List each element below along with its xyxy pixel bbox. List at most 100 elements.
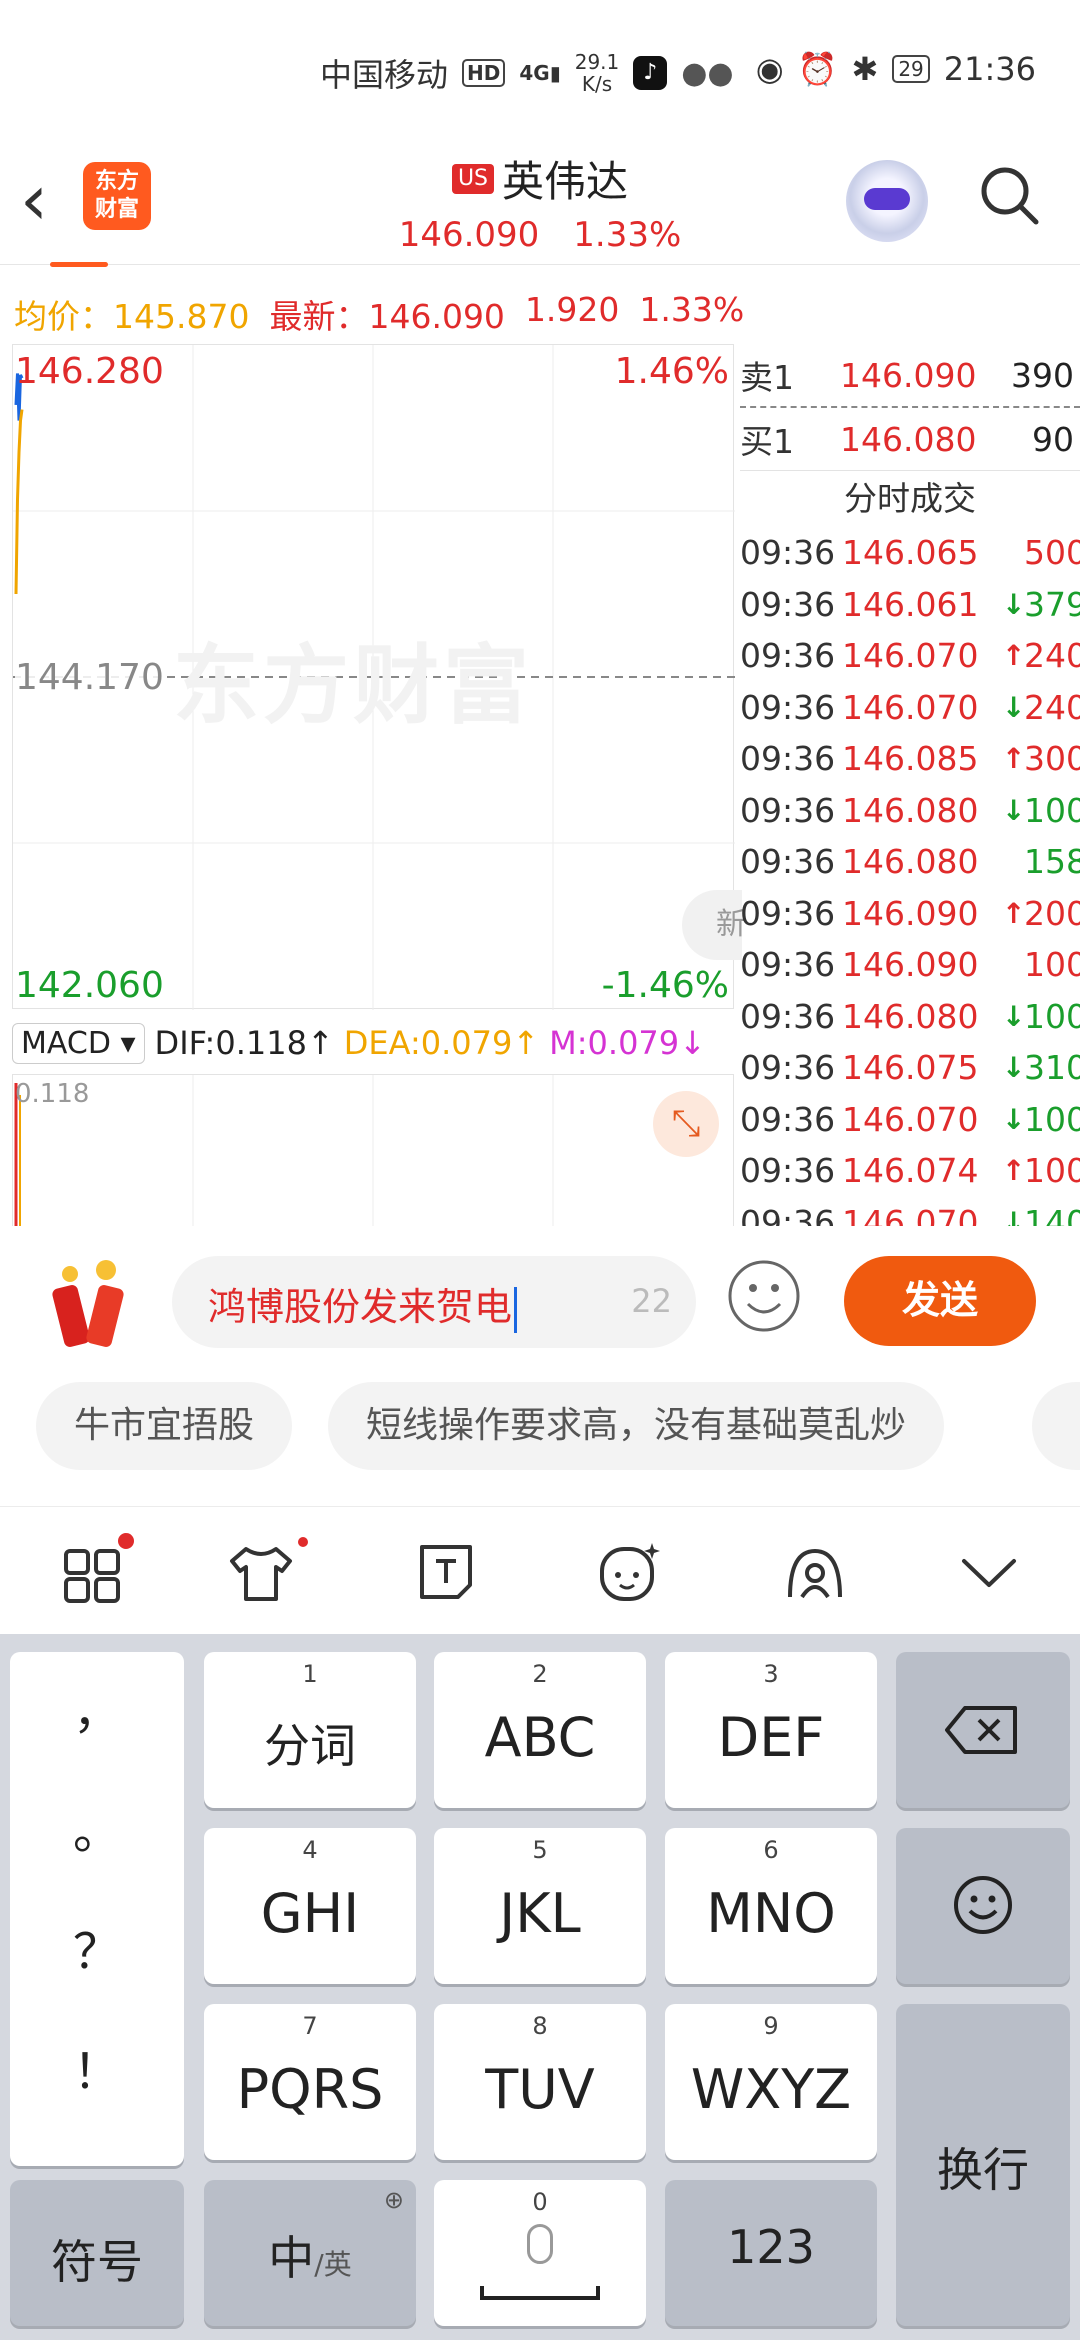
notification-dot (298, 1537, 308, 1547)
key-8[interactable]: 8 TUV (434, 2004, 646, 2160)
trade-direction-icon: ↓ (1002, 1102, 1026, 1136)
key-6[interactable]: 6 MNO (665, 1828, 877, 1984)
key-7[interactable]: 7 PQRS (204, 2004, 416, 2160)
trade-time: 09:36 (740, 739, 836, 779)
trade-volume: 100 (1024, 1151, 1080, 1191)
collapse-keyboard-icon[interactable] (954, 1537, 1024, 1607)
search-icon[interactable] (978, 164, 1040, 226)
macd-dea: DEA:0.079↑ (343, 1024, 540, 1062)
sell-qty: 390 (1011, 355, 1074, 395)
carrier-label: 中国移动 (320, 56, 449, 94)
expand-icon[interactable]: ⤡ (653, 1091, 719, 1157)
trade-time: 09:36 (740, 584, 836, 624)
tiktok-icon: ♪ (633, 56, 668, 90)
keyboard-toolbar (0, 1506, 1080, 1634)
skin-shirt-icon[interactable] (226, 1537, 296, 1607)
trade-volume: 2400 (1024, 687, 1080, 727)
comment-input[interactable]: 鸿博股份发来贺电 22 (172, 1256, 696, 1348)
quick-phrase-chip[interactable]: 牛市宜捂股 (36, 1382, 293, 1470)
alarm-icon: ⏰ (797, 50, 838, 88)
key-3[interactable]: 3 DEF (665, 1652, 877, 1808)
trade-volume: 310 (1024, 1048, 1080, 1088)
macd-m: M:0.079↓ (549, 1024, 706, 1062)
key-9[interactable]: 9 WXYZ (665, 2004, 877, 2160)
trade-direction-icon: ↓ (1002, 690, 1026, 724)
sell-price: 146.090 (840, 355, 977, 395)
tab-indicator (50, 262, 108, 267)
chart-high-pct: 1.46% (614, 351, 729, 392)
quick-phrase-chip-partial[interactable] (1032, 1382, 1080, 1470)
emoji-key[interactable] (896, 1828, 1070, 1984)
enter-label: 换行 (937, 2143, 1029, 2197)
trade-volume: 500 (1024, 533, 1080, 573)
microphone-icon (527, 2224, 553, 2264)
symbols-label: 符号 (51, 2235, 143, 2289)
key-5[interactable]: 5 JKL (434, 1828, 646, 1984)
punct-question[interactable]: ？ (10, 1912, 184, 1982)
backspace-key[interactable] (896, 1652, 1070, 1808)
trade-price: 146.080 (842, 842, 979, 882)
punctuation-panel[interactable]: ， 。 ？ ！ (10, 1652, 184, 2166)
trade-direction-icon: ↑ (1002, 639, 1026, 673)
trade-price: 146.075 (842, 1048, 979, 1088)
trade-row: 09:36 146.070 ↓ 140 (740, 1197, 1080, 1226)
trade-time: 09:36 (740, 945, 836, 985)
trade-time: 09:36 (740, 1151, 836, 1191)
text-tool-icon[interactable] (412, 1537, 482, 1607)
hd-icon: HD (462, 59, 506, 87)
trade-row: 09:36 146.065 500 (740, 527, 1080, 579)
trade-row: 09:36 146.090 ↑ 200 (740, 888, 1080, 940)
robot-assistant-icon[interactable] (846, 160, 928, 242)
buy-price: 146.080 (840, 419, 977, 459)
trade-volume: 100 (1024, 790, 1080, 830)
zero-label: 0 (532, 2188, 548, 2216)
punct-exclaim[interactable]: ！ (10, 2032, 184, 2102)
trade-direction-icon: ↑ (1002, 742, 1026, 776)
send-button[interactable]: 发送 (844, 1256, 1036, 1346)
macd-selector[interactable]: MACD ▾ (12, 1022, 145, 1064)
trade-price: 146.090 (842, 945, 979, 985)
market-badge: US (451, 163, 495, 194)
key-4[interactable]: 4 GHI (204, 1828, 416, 1984)
trade-direction-icon: ↑ (1002, 896, 1026, 930)
trade-price: 146.080 (842, 790, 979, 830)
stock-header: ‹ 东方 财富 US 英伟达 146.090 1.33% (0, 140, 1080, 267)
enter-key[interactable]: 换行 (896, 2004, 1070, 2326)
punct-comma[interactable]: ， (10, 1672, 184, 1742)
language-switch-key[interactable]: 中/英 ⊕ (204, 2180, 416, 2326)
trades-list[interactable]: 09:36 146.065 500 09:36 146.061 ↓ 379 09:36 146.… (740, 527, 1080, 1226)
clock: 21:36 (943, 50, 1036, 88)
sell-1-row: 卖1 146.090 390 (740, 344, 1080, 406)
change-value: 1.920 (524, 290, 620, 329)
sticker-face-icon[interactable] (594, 1537, 664, 1607)
symbols-key[interactable]: 符号 (10, 2180, 184, 2326)
emoji-face-icon (954, 1876, 1012, 1934)
chart-high-price: 146.280 (15, 351, 164, 392)
trade-price: 146.090 (842, 893, 979, 933)
space-key[interactable]: 0 (434, 2180, 646, 2326)
trade-volume: 2400 (1024, 636, 1080, 676)
emoji-icon[interactable] (726, 1258, 802, 1334)
apps-grid-icon[interactable] (60, 1537, 130, 1607)
trade-volume: 379 (1024, 584, 1080, 624)
macd-chart[interactable]: 0.118 ⤡ (12, 1074, 734, 1227)
trade-row: 09:36146.070 ↓2400 (740, 682, 1080, 734)
key-2[interactable]: 2 ABC (434, 1652, 646, 1808)
key-1[interactable]: 1 分词 (204, 1652, 416, 1808)
numbers-key[interactable]: 123 (665, 2180, 877, 2326)
latest-label: 最新： (269, 297, 369, 336)
language-label: 中/英 (268, 2231, 352, 2285)
punct-period[interactable]: 。 (10, 1792, 184, 1862)
trade-price: 146.070 (842, 636, 979, 676)
trade-price: 146.085 (842, 739, 979, 779)
handwriting-icon[interactable] (780, 1537, 850, 1607)
quick-phrase-chip[interactable]: 短线操作要求高，没有基础莫乱炒 (328, 1382, 945, 1470)
avg-label: 均价： (14, 297, 113, 336)
firecracker-icon[interactable] (40, 1256, 140, 1356)
stock-name: 英伟达 (502, 157, 629, 206)
intraday-chart[interactable]: 东方财富 146.280 1.46% 144.170 142.060 -1.46… (12, 344, 735, 1010)
notification-dot (118, 1533, 134, 1549)
backspace-icon (945, 1706, 1017, 1754)
buy-qty: 90 (1032, 419, 1074, 459)
trade-row: 09:36 146.080 ↓ 100 (740, 991, 1080, 1043)
